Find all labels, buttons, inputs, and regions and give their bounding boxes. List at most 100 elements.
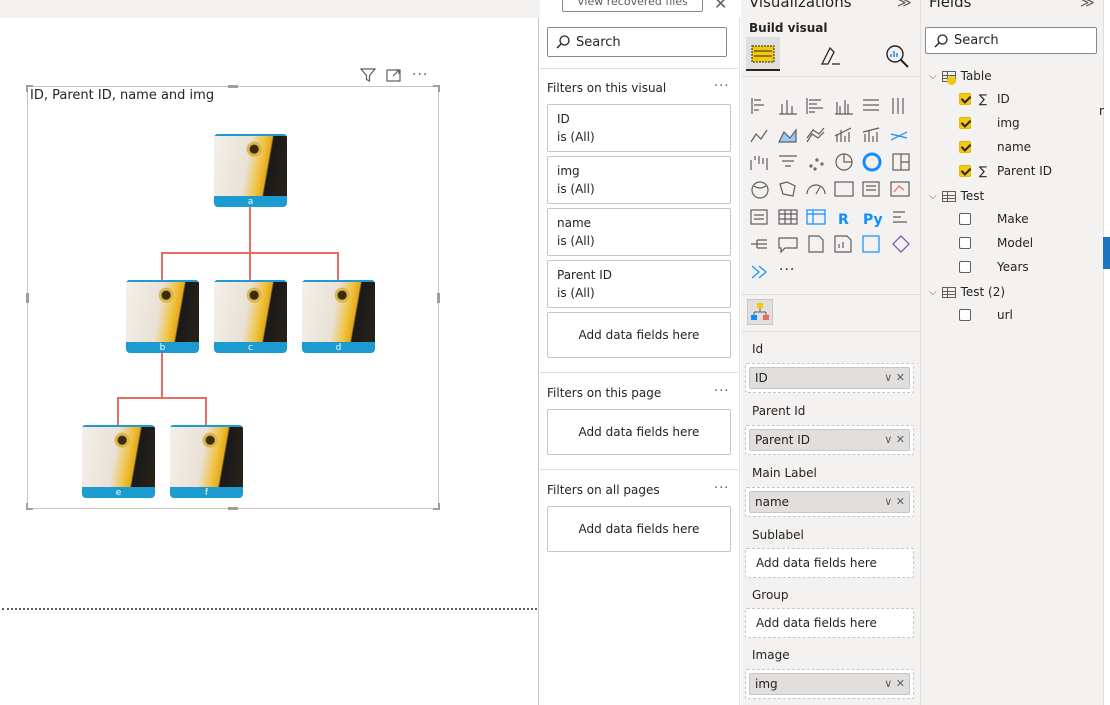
field-name: name <box>997 140 1032 154</box>
field-name: Model <box>997 236 1034 250</box>
clustered-column-chart-icon <box>835 100 853 115</box>
divider <box>540 68 738 69</box>
filter-card-name[interactable]: name is (All) <box>547 208 731 256</box>
pill-controls-icon[interactable]: ∨ ✕ <box>884 368 905 388</box>
fields-search-input[interactable]: Search <box>925 27 1097 54</box>
pill-controls-icon[interactable]: ∨ ✕ <box>884 492 905 512</box>
org-node[interactable]: a <box>214 134 287 207</box>
filter-card-img[interactable]: img is (All) <box>547 156 731 204</box>
chevron-down-icon[interactable]: ⌵ <box>929 191 937 202</box>
focus-mode-icon[interactable] <box>386 68 402 82</box>
resize-handle[interactable] <box>228 507 238 510</box>
collapse-pane-icon[interactable]: ≫ <box>897 0 912 11</box>
connector-line <box>337 252 339 280</box>
chevron-down-icon[interactable]: ⌵ <box>929 287 937 298</box>
more-options-icon[interactable]: ··· <box>714 79 729 94</box>
collapse-pane-icon[interactable]: ≫ <box>1080 0 1095 11</box>
well-main-label[interactable]: name ∨ ✕ <box>745 487 914 517</box>
field-pill[interactable]: name ∨ ✕ <box>749 491 910 513</box>
filters-search-input[interactable]: Search <box>547 27 727 57</box>
connector-line <box>117 397 207 399</box>
field-pill[interactable]: img ∨ ✕ <box>749 673 910 695</box>
field-pill[interactable]: Parent ID ∨ ✕ <box>749 429 910 451</box>
chevron-down-icon[interactable]: ⌵ <box>929 71 937 82</box>
node-label: a <box>247 197 254 207</box>
visual-header-toolbar: ··· <box>360 66 440 84</box>
100-column-chart-icon <box>892 98 904 114</box>
table-node-table[interactable]: ⌵ Table <box>929 69 992 85</box>
map-icon <box>751 181 769 199</box>
all-pages-filter-dropzone[interactable]: Add data fields here <box>547 506 731 552</box>
filter-card-parent-id[interactable]: Parent ID is (All) <box>547 260 731 308</box>
field-pill[interactable]: ID ∨ ✕ <box>749 367 910 389</box>
build-visual-tab-label: Build visual <box>749 21 828 35</box>
more-options-icon[interactable]: ··· <box>714 384 729 399</box>
more-options-icon[interactable]: ··· <box>412 68 428 82</box>
pill-label: ID <box>755 371 768 385</box>
filter-value: is (All) <box>557 130 595 144</box>
page-filter-dropzone[interactable]: Add data fields here <box>547 409 731 455</box>
table-icon <box>778 209 798 225</box>
visual-filter-dropzone[interactable]: Add data fields here <box>547 312 731 358</box>
node-label: f <box>204 488 209 498</box>
pane-edge-text: r <box>1099 104 1104 118</box>
more-visuals-icon[interactable]: ··· <box>779 262 795 278</box>
org-node[interactable]: c <box>214 280 287 353</box>
well-image[interactable]: img ∨ ✕ <box>745 669 914 699</box>
org-chart-custom-visual-button[interactable] <box>747 299 773 325</box>
well-id[interactable]: ID ∨ ✕ <box>745 363 914 393</box>
analytics-icon[interactable] <box>884 43 910 69</box>
visual-title: ID, Parent ID, name and img <box>30 88 215 103</box>
filters-on-page-label: Filters on this page <box>547 386 662 400</box>
eagle-image <box>214 280 287 342</box>
org-node[interactable]: e <box>82 425 155 498</box>
table-node-test-2[interactable]: ⌵ Test (2) <box>929 285 1005 299</box>
more-options-icon[interactable]: ··· <box>714 481 729 496</box>
resize-corner[interactable] <box>433 85 440 92</box>
filter-icon[interactable] <box>360 68 376 82</box>
org-node[interactable]: d <box>302 280 375 353</box>
org-node[interactable]: b <box>126 280 199 353</box>
table-icon <box>941 190 956 202</box>
stacked-area-chart-icon <box>806 127 825 143</box>
view-recovered-files-button[interactable]: View recovered files <box>562 0 703 12</box>
well-sublabel[interactable]: Add data fields here <box>745 548 914 578</box>
eagle-image <box>170 425 243 487</box>
field-checkbox[interactable] <box>959 213 971 225</box>
field-checkbox[interactable] <box>959 165 971 177</box>
pill-controls-icon[interactable]: ∨ ✕ <box>884 674 905 694</box>
slicer-icon <box>750 209 768 225</box>
filter-field: ID <box>557 112 570 126</box>
treemap-icon <box>892 153 910 171</box>
field-checkbox[interactable] <box>959 261 971 273</box>
line-chart-icon <box>750 129 768 143</box>
resize-handle[interactable] <box>228 85 238 88</box>
well-parent-id[interactable]: Parent ID ∨ ✕ <box>745 425 914 455</box>
field-checkbox[interactable] <box>959 141 971 153</box>
resize-corner[interactable] <box>433 503 440 510</box>
filter-card-id[interactable]: ID is (All) <box>547 104 731 152</box>
custom-visual-icon <box>892 235 910 253</box>
resize-handle[interactable] <box>437 293 440 303</box>
field-checkbox[interactable] <box>959 309 971 321</box>
build-visual-tab[interactable] <box>746 37 780 71</box>
pill-controls-icon[interactable]: ∨ ✕ <box>884 430 905 450</box>
resize-corner[interactable] <box>26 503 33 510</box>
close-icon[interactable]: ✕ <box>714 0 727 13</box>
filter-value: is (All) <box>557 182 595 196</box>
field-checkbox[interactable] <box>959 117 971 129</box>
eagle-image <box>214 134 287 196</box>
field-checkbox[interactable] <box>959 237 971 249</box>
search-placeholder: Search <box>954 33 999 48</box>
visual-types-grid: R Py <box>750 98 910 279</box>
well-label-parent-id: Parent Id <box>752 404 806 418</box>
format-visual-icon[interactable] <box>818 44 842 68</box>
field-checkbox[interactable] <box>959 93 971 105</box>
table-node-test[interactable]: ⌵ Test <box>929 189 984 203</box>
connector-line <box>205 397 207 425</box>
resize-handle[interactable] <box>26 293 29 303</box>
well-group[interactable]: Add data fields here <box>745 608 914 638</box>
well-label-group: Group <box>752 588 789 602</box>
org-node[interactable]: f <box>170 425 243 498</box>
filter-field: img <box>557 164 580 178</box>
